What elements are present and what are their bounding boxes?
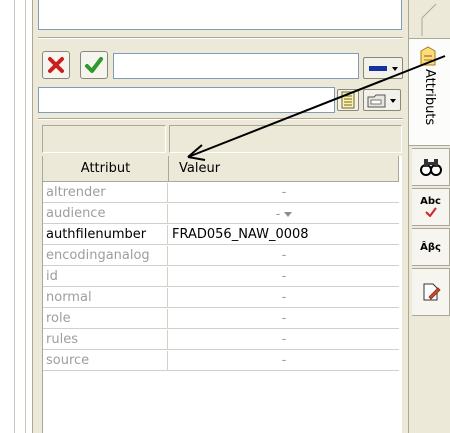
annotation-arrow [187, 55, 446, 161]
